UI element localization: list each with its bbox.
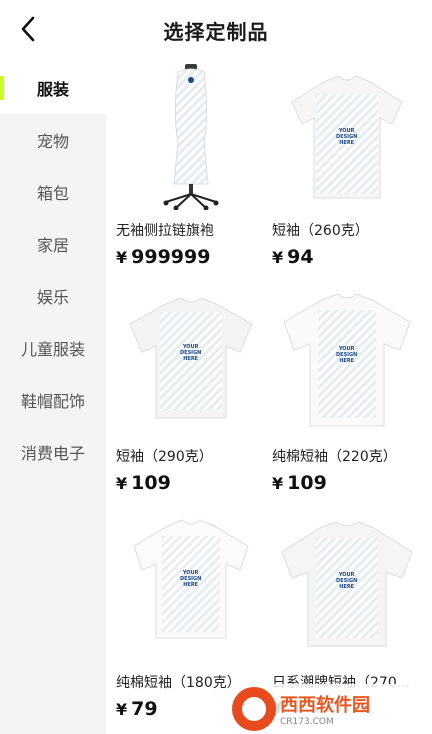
product-image: YOUR DESIGN HERE — [272, 288, 422, 436]
tshirt-icon — [129, 297, 253, 419]
watermark-title: 西西软件园 — [280, 695, 370, 716]
currency-symbol: ¥ — [272, 248, 284, 267]
sidebar-item-label: 娱乐 — [36, 288, 69, 307]
product-name: 无袖侧拉链旗袍 — [116, 223, 214, 239]
sidebar-item-label: 箱包 — [36, 184, 69, 203]
dress-mannequin-icon — [163, 64, 219, 210]
sidebar-item-pets[interactable]: 宠物 — [0, 114, 106, 166]
product-name: 短袖（290克） — [116, 449, 213, 465]
currency-symbol: ¥ — [116, 700, 128, 719]
design-placeholder: YOUR DESIGN HERE — [180, 570, 202, 588]
sidebar-item-home[interactable]: 家居 — [0, 218, 106, 270]
product-card[interactable]: YOUR DESIGN HERE 短袖（260克） ¥ 94 — [272, 62, 426, 268]
tshirt-icon — [133, 519, 249, 639]
watermark-subtitle: CR173.COM — [280, 717, 334, 727]
price-value: 109 — [287, 472, 327, 494]
sidebar-item-entertainment[interactable]: 娱乐 — [0, 270, 106, 322]
category-sidebar: 服装 宠物 箱包 家居 娱乐 儿童服装 鞋帽配饰 消费电子 — [0, 62, 106, 734]
price-value: 999999 — [131, 246, 211, 268]
design-placeholder: YOUR DESIGN HERE — [336, 128, 358, 146]
sidebar-item-accessories[interactable]: 鞋帽配饰 — [0, 374, 106, 426]
product-image: YOUR DESIGN HERE — [116, 288, 266, 436]
product-price: ¥ 999999 — [116, 246, 270, 268]
product-price: ¥ 109 — [116, 472, 270, 494]
product-name: 纯棉短袖（220克） — [272, 449, 397, 465]
product-price: ¥ 94 — [272, 246, 426, 268]
product-price: ¥ 109 — [272, 472, 426, 494]
product-card[interactable]: 无袖侧拉链旗袍 ¥ 999999 — [116, 62, 270, 268]
watermark: 西西软件园 CR173.COM — [232, 684, 432, 734]
design-placeholder: YOUR DESIGN HERE — [180, 344, 202, 362]
product-grid: 无袖侧拉链旗袍 ¥ 999999 YOUR DESIGN HERE 短袖（260克）… — [106, 62, 432, 734]
sidebar-item-electronics[interactable]: 消费电子 — [0, 426, 106, 478]
sidebar-item-label: 消费电子 — [20, 444, 85, 463]
product-card[interactable]: YOUR DESIGN HERE 短袖（290克） ¥ 109 — [116, 288, 270, 494]
currency-symbol: ¥ — [116, 248, 128, 267]
sidebar-item-label: 宠物 — [36, 132, 69, 151]
sidebar-item-bags[interactable]: 箱包 — [0, 166, 106, 218]
currency-symbol: ¥ — [116, 474, 128, 493]
product-image: YOUR DESIGN HERE — [272, 62, 422, 210]
currency-symbol: ¥ — [272, 474, 284, 493]
sidebar-item-kids-clothing[interactable]: 儿童服装 — [0, 322, 106, 374]
active-indicator — [0, 76, 4, 100]
sidebar-item-label: 家居 — [36, 236, 69, 255]
sidebar-item-clothing[interactable]: 服装 — [0, 62, 106, 114]
design-placeholder: YOUR DESIGN HERE — [336, 572, 358, 590]
watermark-logo-icon — [232, 687, 276, 731]
price-value: 79 — [131, 698, 158, 720]
product-image: YOUR DESIGN HERE — [272, 514, 422, 662]
sidebar-item-label: 服装 — [36, 80, 69, 99]
sidebar-item-label: 鞋帽配饰 — [20, 392, 85, 411]
price-value: 109 — [131, 472, 171, 494]
design-placeholder: YOUR DESIGN HERE — [336, 346, 358, 364]
product-image — [116, 62, 266, 210]
product-image: YOUR DESIGN HERE — [116, 514, 266, 662]
product-name: 短袖（260克） — [272, 223, 369, 239]
price-value: 94 — [287, 246, 314, 268]
page-title: 选择定制品 — [163, 20, 269, 44]
sidebar-item-label: 儿童服装 — [20, 340, 85, 359]
product-card[interactable]: YOUR DESIGN HERE 纯棉短袖（220克） ¥ 109 — [272, 288, 426, 494]
top-bar: 选择定制品 — [0, 0, 432, 60]
